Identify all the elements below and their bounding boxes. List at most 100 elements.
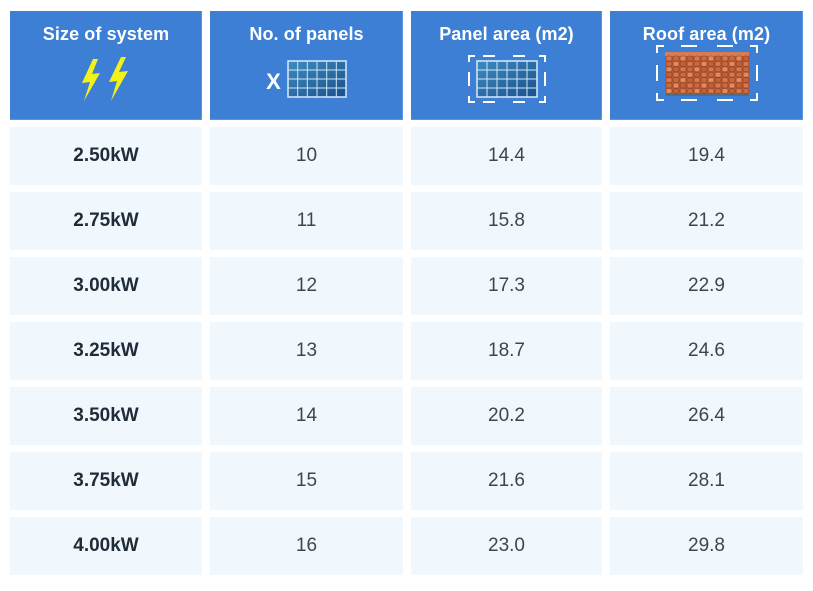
roof-tiles-area-icon: [655, 45, 759, 101]
roof-tile: [693, 88, 700, 94]
roof-tile: [679, 88, 686, 94]
roof-tile: [672, 77, 679, 83]
roof-tile: [665, 61, 672, 67]
header-panel-area: Panel area (m2): [411, 11, 602, 120]
roof-tile: [742, 55, 749, 62]
roof-tile: [672, 55, 679, 62]
cell-roof-area: 29.8: [610, 517, 803, 575]
roof-tile: [742, 82, 749, 89]
cell-size: 2.50kW: [10, 127, 202, 185]
header-label: Size of system: [42, 24, 170, 44]
roof-tile: [728, 71, 735, 78]
roof-tile: [721, 77, 728, 83]
cell-size: 2.75kW: [10, 192, 202, 250]
roof-tile: [700, 66, 707, 73]
header-label: No. of panels: [249, 24, 364, 44]
roof-tile: [714, 66, 721, 73]
roof-tile: [700, 55, 707, 62]
system-size-table: Size of system No. of panels X Panel are…: [10, 11, 803, 575]
roof-tile: [693, 71, 700, 78]
roof-tile: [679, 71, 686, 78]
roof-tile: [700, 77, 707, 83]
header-no-of-panels: No. of panels X: [210, 11, 403, 120]
roof-tile: [686, 71, 693, 78]
roof-tile: [735, 71, 742, 78]
roof-tile: [707, 71, 714, 78]
roof-tile: [665, 66, 672, 73]
roof-tile: [693, 77, 700, 83]
roof-tile: [686, 55, 693, 62]
cell-panels: 16: [210, 517, 403, 575]
roof-tile: [679, 66, 686, 73]
roof-tile: [693, 55, 700, 62]
cell-roof-area: 24.6: [610, 322, 803, 380]
roof-tile: [735, 88, 742, 94]
cell-panel-area: 15.8: [411, 192, 602, 250]
roof-tile: [665, 88, 672, 94]
roof-tile: [728, 66, 735, 73]
roof-tile: [672, 71, 679, 78]
cell-panels: 13: [210, 322, 403, 380]
cell-panel-area: 21.6: [411, 452, 602, 510]
header-label: Roof area (m2): [642, 24, 771, 44]
cell-panels: 11: [210, 192, 403, 250]
roof-tile: [721, 66, 728, 73]
cell-panel-area: 23.0: [411, 517, 602, 575]
header-label: Panel area (m2): [439, 24, 574, 44]
roof-tile: [700, 88, 707, 94]
cell-size: 3.25kW: [10, 322, 202, 380]
roof-tile: [707, 88, 714, 94]
roof-tile: [672, 82, 679, 89]
roof-tile: [721, 55, 728, 62]
roof-tile: [735, 77, 742, 83]
cell-panels: 14: [210, 387, 403, 445]
roof-tile: [679, 77, 686, 83]
roof-tile: [707, 55, 714, 62]
roof-tile: [679, 55, 686, 62]
roof-tile: [714, 82, 721, 89]
cell-roof-area: 21.2: [610, 192, 803, 250]
roof-tile: [707, 82, 714, 89]
roof-tile: [707, 66, 714, 73]
roof-tile: [714, 71, 721, 78]
roof-tile: [665, 71, 672, 78]
roof-tile: [714, 88, 721, 94]
roof-tile: [686, 88, 693, 94]
cell-roof-area: 22.9: [610, 257, 803, 315]
roof-tile: [735, 61, 742, 67]
roof-tile: [728, 77, 735, 83]
multiply-mark: X: [266, 69, 281, 94]
roof-tile: [693, 61, 700, 67]
roof-tile: [728, 88, 735, 94]
roof-tile: [665, 77, 672, 83]
roof-tile: [714, 77, 721, 83]
roof-tile: [742, 61, 749, 67]
roof-tile: [728, 61, 735, 67]
roof-tile: [721, 82, 728, 89]
roof-tile: [735, 82, 742, 89]
cell-roof-area: 26.4: [610, 387, 803, 445]
roof-tile: [742, 66, 749, 73]
roof-tile: [742, 71, 749, 78]
roof-tile: [679, 61, 686, 67]
lightning-icon: [76, 53, 136, 105]
solar-panel-icon: [287, 60, 347, 98]
roof-tile: [686, 61, 693, 67]
cell-panels: 10: [210, 127, 403, 185]
cell-panel-area: 14.4: [411, 127, 602, 185]
cell-size: 4.00kW: [10, 517, 202, 575]
roof-tile: [721, 88, 728, 94]
solar-panel-icon-group: X: [266, 53, 347, 105]
roof-tile: [665, 82, 672, 89]
roof-tile: [672, 61, 679, 67]
roof-tile: [700, 71, 707, 78]
roof-tile: [721, 71, 728, 78]
header-roof-area: Roof area (m2): [610, 11, 803, 120]
roof-tile: [742, 77, 749, 83]
cell-panel-area: 20.2: [411, 387, 602, 445]
roof-tile: [728, 82, 735, 89]
cell-panels: 15: [210, 452, 403, 510]
roof-tile: [735, 66, 742, 73]
roof-tile: [714, 55, 721, 62]
roof-tile: [672, 88, 679, 94]
